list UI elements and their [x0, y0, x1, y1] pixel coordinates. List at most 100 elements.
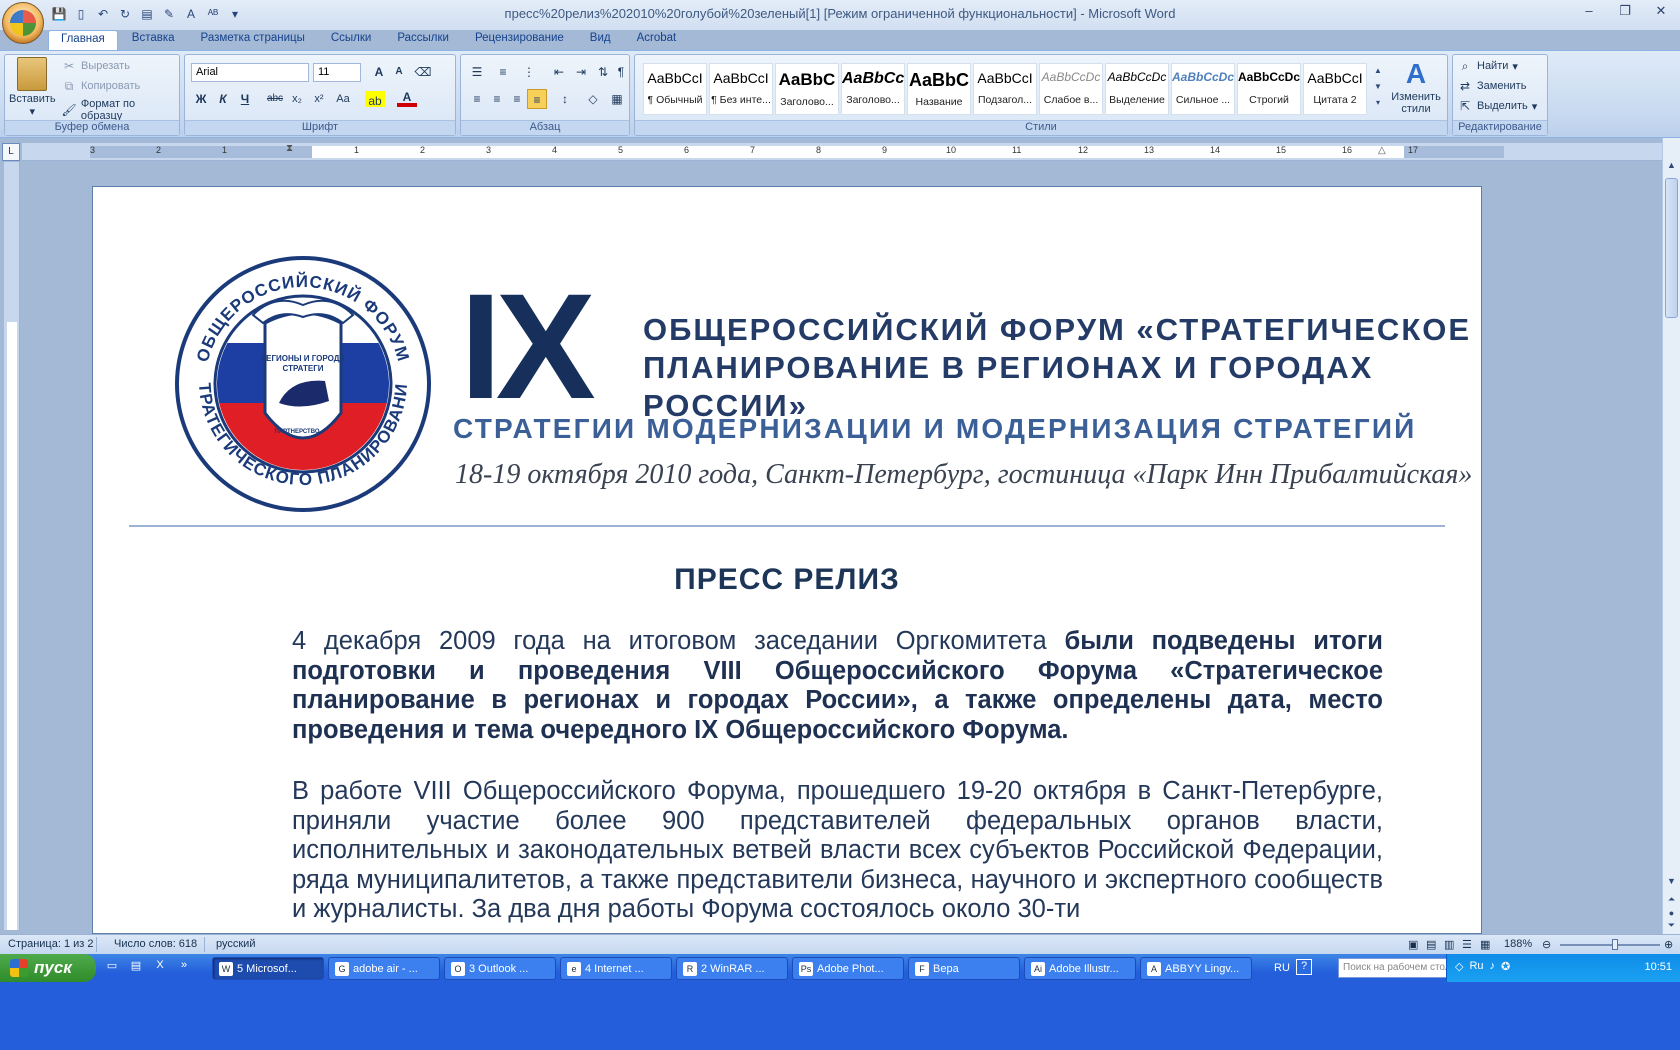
restore-button[interactable]: ❐: [1612, 3, 1638, 19]
superscript-icon[interactable]: x²: [309, 89, 329, 109]
justify-icon[interactable]: ≡: [527, 89, 547, 109]
superscript-icon[interactable]: ᴬᴮ: [204, 5, 222, 23]
style-emphasis[interactable]: AaBbCcDc Выделение: [1105, 63, 1169, 115]
vertical-scrollbar[interactable]: ▲ ▼ ⏶ ● ⏷: [1662, 138, 1680, 934]
task-illustrator[interactable]: Ai Adobe Illustr...: [1024, 957, 1136, 980]
replace-button[interactable]: ⇄ Заменить: [1457, 78, 1526, 94]
customize-qat-icon[interactable]: ▾: [226, 5, 244, 23]
zoom-out-icon[interactable]: ⊖: [1542, 938, 1551, 951]
scroll-down-icon[interactable]: ▼: [1665, 876, 1678, 890]
tab-insert[interactable]: Вставка: [120, 30, 187, 50]
tab-review[interactable]: Рецензирование: [463, 30, 576, 50]
copy-button[interactable]: ⧉ Копировать: [61, 78, 141, 94]
sort-icon[interactable]: ⇅: [593, 62, 613, 82]
style-heading-2[interactable]: AaBbCc Заголово...: [841, 63, 905, 115]
zoom-level[interactable]: 188%: [1504, 938, 1532, 950]
network-icon[interactable]: ◇: [1455, 960, 1463, 973]
web-layout-icon[interactable]: ▥: [1444, 938, 1454, 951]
highlight-icon[interactable]: ab: [365, 91, 385, 108]
tab-references[interactable]: Ссылки: [319, 30, 384, 50]
numbering-icon[interactable]: ≡: [493, 62, 513, 82]
redo-icon[interactable]: ↻: [116, 5, 134, 23]
pilcrow-icon[interactable]: ¶: [611, 62, 631, 82]
font-name-combo[interactable]: Arial: [191, 63, 309, 82]
task-outlook[interactable]: O3 Outlook ...: [444, 957, 556, 980]
font-size-combo[interactable]: 11: [313, 63, 361, 82]
bold-icon[interactable]: Ж: [191, 89, 211, 109]
task-abbyy[interactable]: A ABBYY Lingv...: [1140, 957, 1252, 980]
outline-view-icon[interactable]: ☰: [1462, 938, 1472, 951]
task-word[interactable]: W5 Microsof...: [212, 957, 324, 980]
indent-marker-icon[interactable]: ⧗: [286, 143, 293, 154]
zoom-slider[interactable]: [1560, 944, 1660, 946]
line-spacing-icon[interactable]: ↕: [555, 89, 575, 109]
font-color-icon[interactable]: A: [397, 87, 417, 107]
change-styles-button[interactable]: A Изменить стили: [1387, 57, 1445, 115]
volume-icon[interactable]: ♪: [1490, 960, 1496, 973]
align-right-icon[interactable]: ≡: [507, 89, 527, 109]
underline-icon[interactable]: Ч: [235, 89, 255, 109]
language-bar[interactable]: RU: [1274, 962, 1290, 974]
horizontal-ruler[interactable]: 3 2 1 ⧗ 1 2 3 4 5 6 7 8 9 10 11 12 13 14…: [22, 143, 1662, 161]
tab-page-layout[interactable]: Разметка страницы: [189, 30, 317, 50]
task-winrar[interactable]: R2 WinRAR ...: [676, 957, 788, 980]
grow-font-icon[interactable]: A: [182, 5, 200, 23]
close-button[interactable]: ✕: [1648, 3, 1674, 19]
page-counter[interactable]: Страница: 1 из 2: [8, 938, 94, 950]
antivirus-icon[interactable]: ✪: [1501, 960, 1510, 973]
cut-button[interactable]: ✂ Вырезать: [61, 58, 130, 74]
style-normal[interactable]: AaBbCcI ¶ Обычный: [643, 63, 707, 115]
style-heading-1[interactable]: AaBbC Заголово...: [775, 63, 839, 115]
zoom-slider-thumb[interactable]: [1612, 939, 1618, 950]
save-icon[interactable]: 💾: [50, 5, 68, 23]
task-folder[interactable]: F Вера: [908, 957, 1020, 980]
excel-icon[interactable]: X: [152, 959, 168, 975]
tray-lang[interactable]: Ru: [1469, 960, 1483, 973]
word-count[interactable]: Число слов: 618: [114, 938, 197, 950]
decrease-indent-icon[interactable]: ⇤: [549, 62, 569, 82]
clear-formatting-icon[interactable]: ⌫: [413, 62, 433, 82]
grow-font-icon[interactable]: A: [369, 62, 389, 82]
style-subtitle[interactable]: AaBbCcI Подзагол...: [973, 63, 1037, 115]
style-no-spacing[interactable]: AaBbCcI ¶ Без инте...: [709, 63, 773, 115]
increase-indent-icon[interactable]: ⇥: [571, 62, 591, 82]
language-indicator[interactable]: русский: [216, 938, 255, 950]
style-quote-2[interactable]: AaBbCcI Цитата 2: [1303, 63, 1367, 115]
multilevel-list-icon[interactable]: ⋮: [519, 62, 539, 82]
print-preview-icon[interactable]: ▤: [138, 5, 156, 23]
tab-acrobat[interactable]: Acrobat: [625, 30, 689, 50]
task-internet-explorer[interactable]: e4 Internet ...: [560, 957, 672, 980]
align-left-icon[interactable]: ≡: [467, 89, 487, 109]
change-case-icon[interactable]: Aa: [333, 89, 353, 109]
right-indent-marker-icon[interactable]: △: [1378, 145, 1386, 156]
task-browser[interactable]: Gadobe air - ...: [328, 957, 440, 980]
style-title[interactable]: AaBbC Название: [907, 63, 971, 115]
document-page[interactable]: ОБЩЕРОССИЙСКИЙ ФОРУМ СТРАТЕГИЧЕСКОГО ПЛА…: [92, 186, 1482, 934]
previous-page-icon[interactable]: ⏶: [1665, 894, 1678, 908]
find-button[interactable]: ⌕ Найти ▾: [1457, 58, 1518, 74]
notes-icon[interactable]: ▤: [128, 959, 144, 975]
desktop-icon[interactable]: ▭: [104, 959, 120, 975]
scroll-up-icon[interactable]: ▲: [1665, 160, 1678, 174]
select-button[interactable]: ⇱ Выделить ▾: [1457, 98, 1537, 114]
help-icon[interactable]: ?: [1296, 959, 1312, 975]
new-document-icon[interactable]: ▯: [72, 5, 90, 23]
undo-icon[interactable]: ↶: [94, 5, 112, 23]
subscript-icon[interactable]: x₂: [287, 89, 307, 109]
zoom-in-icon[interactable]: ⊕: [1664, 938, 1673, 951]
tab-view[interactable]: Вид: [578, 30, 623, 50]
paste-button[interactable]: Вставить ▾: [9, 57, 56, 118]
shading-icon[interactable]: ◇: [583, 89, 603, 109]
tab-home[interactable]: Главная: [48, 30, 118, 51]
align-center-icon[interactable]: ≡: [487, 89, 507, 109]
print-layout-view-icon[interactable]: ▣: [1408, 938, 1418, 951]
style-intense-emphasis[interactable]: AaBbCcDc Сильное ...: [1171, 63, 1235, 115]
minimize-button[interactable]: –: [1576, 3, 1602, 19]
full-screen-reading-icon[interactable]: ▤: [1426, 938, 1436, 951]
tab-mailings[interactable]: Рассылки: [385, 30, 461, 50]
start-button[interactable]: пуск: [0, 954, 96, 982]
bullets-icon[interactable]: ☰: [467, 62, 487, 82]
style-subtle-emphasis[interactable]: AaBbCcDc Слабое в...: [1039, 63, 1103, 115]
vertical-ruler[interactable]: [4, 162, 20, 930]
shrink-font-icon[interactable]: A: [389, 62, 409, 82]
